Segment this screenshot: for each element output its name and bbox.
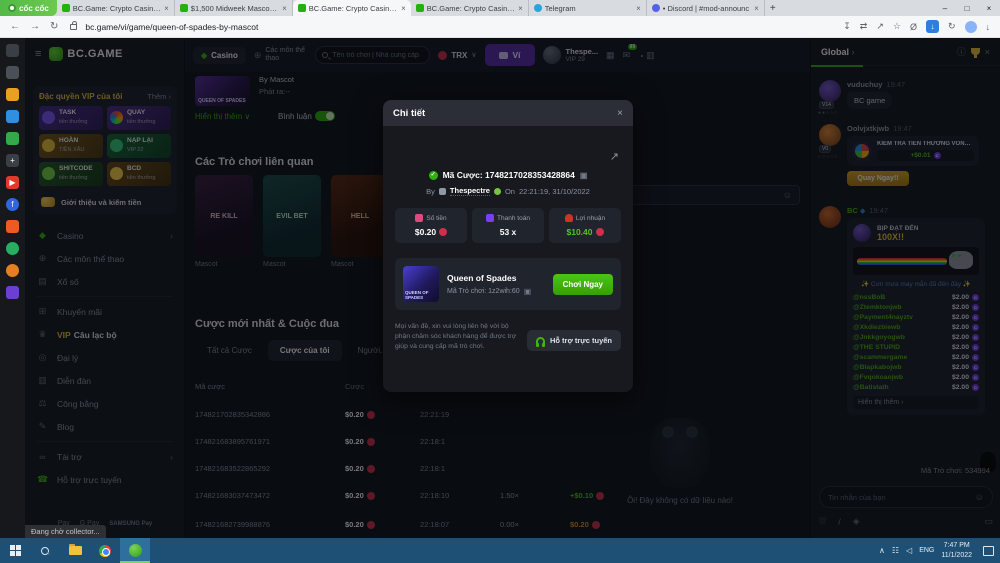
coccoc-brand-button[interactable]: cốc cốc (0, 0, 57, 16)
browser-status-text: Đang chờ collector... (25, 525, 106, 538)
youtube-shortcut-icon[interactable]: ▶ (6, 176, 19, 189)
trx-coin-icon (596, 228, 604, 236)
stat-payout: Thanh toán 53 x (472, 208, 544, 243)
windows-taskbar: ∧ ☷ ◁ ENG 7:47 PM 11/1/2022 (0, 538, 1000, 563)
play-now-button[interactable]: Chơi Ngay (553, 274, 613, 295)
action-center-icon[interactable] (983, 546, 994, 556)
telegram-favicon (534, 4, 542, 12)
bcgame-page: ≡ BC.GAME Đặc quyền VIP của tôi Thêm › T… (25, 38, 1000, 538)
game-id-text: Mã Trò chơi: 1z2wih:60 (447, 288, 520, 295)
bcgame-favicon (180, 4, 188, 12)
modal-close-icon[interactable]: × (617, 108, 623, 119)
tab-close-icon[interactable]: × (282, 4, 287, 13)
tab-bcgame-1[interactable]: BC.Game: Crypto Casino Gan × (57, 0, 175, 16)
bookmark-star-icon[interactable]: ☆ (893, 21, 901, 32)
forward-button[interactable]: → (30, 21, 40, 32)
chrome-taskbar-button[interactable] (90, 538, 120, 563)
rail-extension-icon[interactable] (6, 286, 19, 299)
tab-close-icon[interactable]: × (164, 4, 169, 13)
reload-button[interactable]: ↻ (50, 21, 58, 32)
lock-icon[interactable] (70, 24, 77, 30)
browser-side-rail: + ▶ f (0, 38, 25, 538)
browser-tabbar: cốc cốc BC.Game: Crypto Casino Gan × $1,… (0, 0, 1000, 16)
tab-close-icon[interactable]: × (401, 4, 406, 13)
translate-icon[interactable]: ⇄ (860, 21, 868, 32)
bet-details-modal: Chi tiết × ↗ ✓ Mã Cược: 1748217028353428… (383, 100, 633, 392)
support-note: Mọi vấn đề, xin vui lòng liên hệ với bộ … (395, 322, 523, 353)
rail-apps-icon[interactable] (6, 44, 19, 57)
game-name: Queen of Spades (447, 273, 545, 283)
tab-bcgame-2[interactable]: BC.Game: Crypto Casino Gan × (411, 0, 529, 16)
bet-owner-link[interactable]: Thespectre (450, 186, 490, 196)
phone-shortcut-icon[interactable] (6, 242, 19, 255)
modal-title: Chi tiết (393, 108, 425, 119)
tab-close-icon[interactable]: × (636, 4, 641, 13)
tab-discord[interactable]: • Discord | #mod-announc × (647, 0, 765, 16)
tab-close-icon[interactable]: × (754, 4, 759, 13)
bet-id-text: Mã Cược: 1748217028353428864 (443, 170, 575, 180)
file-explorer-button[interactable] (60, 538, 90, 563)
taskbar-search-button[interactable] (30, 538, 60, 563)
coccoc-brand-label: cốc cốc (19, 4, 49, 13)
screen: cốc cốc BC.Game: Crypto Casino Gan × $1,… (0, 0, 1000, 563)
profit-icon (565, 214, 573, 222)
speaker-icon[interactable]: ◁ (906, 546, 912, 555)
taskbar-clock[interactable]: 7:47 PM 11/1/2022 (941, 541, 972, 559)
bcgame-favicon (416, 4, 424, 12)
copy-game-id-icon[interactable]: ▣ (524, 287, 532, 296)
stat-amount: Số tiền $0.20 (395, 208, 467, 243)
tab-bcgame-active[interactable]: BC.Game: Crypto Casino Gan × (293, 0, 411, 16)
tray-expand-icon[interactable]: ∧ (879, 546, 885, 555)
headset-icon (536, 337, 545, 344)
sync-icon[interactable]: ↻ (948, 21, 956, 32)
tab-midweek-mascot[interactable]: $1,500 Midweek Mascot Mu × (175, 0, 293, 16)
video-downloader-icon[interactable]: ↓ (926, 20, 939, 33)
browser-shortcut-icon[interactable] (6, 264, 19, 277)
game-thumbnail[interactable]: QUEEN OF SPADES (403, 266, 439, 302)
tab-telegram[interactable]: Telegram × (529, 0, 647, 16)
maximize-button[interactable]: □ (956, 0, 978, 16)
profile-avatar-icon[interactable] (965, 21, 977, 33)
bcgame-favicon (62, 4, 70, 12)
discord-favicon (652, 4, 660, 12)
payout-icon (486, 214, 494, 222)
share-icon[interactable]: ↗ (876, 21, 884, 32)
live-support-button[interactable]: Hỗ trợ trực tuyến (527, 330, 621, 351)
shopee-shortcut-icon[interactable] (6, 220, 19, 233)
coccoc-logo-icon (8, 4, 16, 12)
modal-game-card: QUEEN OF SPADES Queen of Spades Mã Trò c… (395, 258, 621, 310)
system-tray: ∧ ☷ ◁ ENG 7:47 PM 11/1/2022 (879, 541, 1000, 559)
start-button[interactable] (0, 538, 30, 563)
frog-emoji-icon (494, 188, 501, 195)
save-page-icon[interactable]: ↧ (843, 21, 851, 32)
rail-zap-shortcut-icon[interactable] (6, 88, 19, 101)
minimize-button[interactable]: – (934, 0, 956, 16)
close-window-button[interactable]: × (978, 0, 1000, 16)
copy-bet-id-icon[interactable]: ▣ (580, 171, 588, 180)
trx-coin-icon (439, 228, 447, 236)
user-emoji-icon (439, 188, 446, 195)
language-indicator[interactable]: ENG (919, 547, 934, 554)
adblock-shield-icon[interactable]: Ø (910, 22, 917, 32)
new-tab-button[interactable]: + (765, 0, 781, 16)
share-bet-icon[interactable]: ↗ (610, 150, 619, 163)
rail-messenger-shortcut-icon[interactable] (6, 110, 19, 123)
stat-profit: Lợi nhuận $10.40 (549, 208, 621, 243)
amount-icon (415, 214, 423, 222)
bcgame-favicon (298, 4, 306, 12)
rail-games-shortcut-icon[interactable] (6, 132, 19, 145)
tab-close-icon[interactable]: × (518, 4, 523, 13)
coccoc-taskbar-button[interactable] (120, 538, 150, 563)
bet-datetime: 22:21:19, 31/10/2022 (519, 187, 590, 196)
url-field[interactable]: bc.game/vi/game/queen-of-spades-by-masco… (85, 22, 835, 32)
rail-add-shortcut-icon[interactable]: + (6, 154, 19, 167)
browser-addressbar: ← → ↻ bc.game/vi/game/queen-of-spades-by… (0, 16, 1000, 38)
downloads-icon[interactable]: ↓ (986, 22, 991, 32)
rail-history-icon[interactable] (6, 66, 19, 79)
back-button[interactable]: ← (10, 21, 20, 32)
facebook-shortcut-icon[interactable]: f (6, 198, 19, 211)
verified-shield-icon: ✓ (429, 171, 438, 180)
network-icon[interactable]: ☷ (892, 546, 899, 555)
